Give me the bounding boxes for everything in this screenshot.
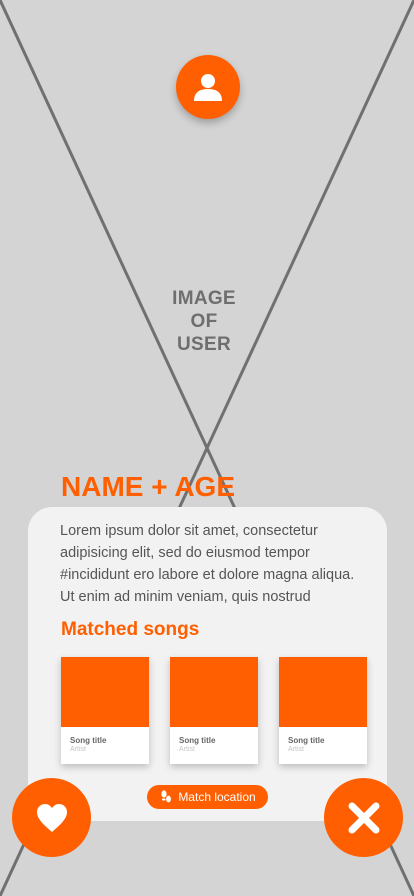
song-title: Song title: [288, 736, 325, 745]
song-artist: Artist: [179, 746, 195, 753]
like-button[interactable]: [12, 778, 91, 857]
song-artist: Artist: [70, 746, 86, 753]
close-icon: [348, 802, 379, 833]
match-location-button[interactable]: Match location: [147, 785, 268, 809]
song-title: Song title: [70, 736, 107, 745]
song-cover: [170, 657, 258, 727]
dislike-button[interactable]: [324, 778, 403, 857]
song-cover: [61, 657, 149, 727]
song-cover: [279, 657, 367, 727]
bio-text: Lorem ipsum dolor sit amet, consectetur …: [60, 523, 355, 605]
song-card[interactable]: Song title Artist: [61, 657, 149, 764]
user-icon: [194, 74, 222, 101]
song-card[interactable]: Song title Artist: [170, 657, 258, 764]
image-placeholder-label: IMAGE OF USER: [172, 288, 236, 355]
song-artist: Artist: [288, 746, 304, 753]
footprints-icon: [161, 790, 172, 803]
profile-button[interactable]: [176, 55, 240, 119]
match-location-label: Match location: [178, 790, 256, 804]
song-card[interactable]: Song title Artist: [279, 657, 367, 764]
matched-songs-title: Matched songs: [61, 619, 200, 640]
heart-icon: [36, 803, 67, 832]
profile-card: Lorem ipsum dolor sit amet, consectetur …: [28, 507, 387, 821]
song-title: Song title: [179, 736, 216, 745]
name-age: NAME + AGE: [61, 471, 235, 502]
